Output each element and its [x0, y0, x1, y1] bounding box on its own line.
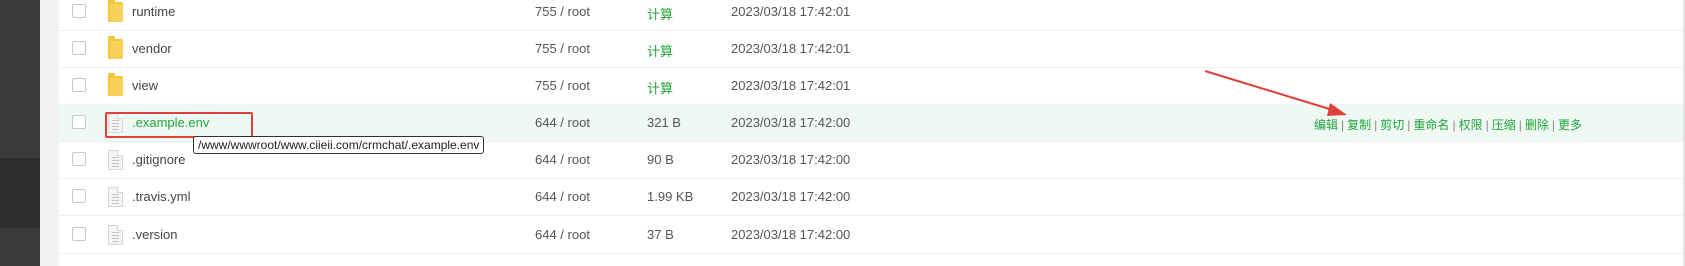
file-permission[interactable]: 755 / root [535, 41, 590, 56]
file-permission[interactable]: 644 / root [535, 152, 590, 167]
file-size-calc-link[interactable]: 计算 [647, 41, 673, 60]
left-sidebar [0, 0, 40, 266]
file-mtime: 2023/03/18 17:42:01 [731, 78, 851, 93]
file-name[interactable]: .version [132, 227, 178, 242]
file-size-calc-link[interactable]: 计算 [647, 78, 673, 97]
path-tooltip: /www/wwwroot/www.ciieii.com/crmchat/.exa… [193, 136, 485, 154]
row-operations: 编辑 | 复制 | 剪切 | 重命名 | 权限 | 压缩 | 删除 | 更多 [1314, 116, 1582, 133]
file-permission[interactable]: 644 / root [535, 189, 590, 204]
annotation-highlight-box [105, 112, 253, 138]
file-icon [108, 150, 123, 170]
file-permission[interactable]: 755 / root [535, 4, 590, 19]
file-table: runtime 755 / root 计算 2023/03/18 17:42:0… [59, 0, 1685, 266]
sidebar-active-band [0, 158, 40, 228]
file-permission[interactable]: 755 / root [535, 78, 590, 93]
table-row[interactable]: vendor 755 / root 计算 2023/03/18 17:42:01 [59, 30, 1685, 68]
file-name[interactable]: view [132, 78, 158, 93]
row-checkbox[interactable] [72, 41, 86, 55]
row-checkbox[interactable] [72, 4, 86, 18]
compress-link[interactable]: 压缩 [1492, 118, 1516, 132]
row-checkbox[interactable] [72, 152, 86, 166]
delete-link[interactable]: 删除 [1525, 118, 1549, 132]
table-row[interactable]: view 755 / root 计算 2023/03/18 17:42:01 [59, 67, 1685, 105]
cut-link[interactable]: 剪切 [1380, 118, 1404, 132]
file-mtime: 2023/03/18 17:42:01 [731, 41, 851, 56]
file-permission[interactable]: 644 / root [535, 115, 590, 130]
table-row[interactable]: runtime 755 / root 计算 2023/03/18 17:42:0… [59, 0, 1685, 31]
file-size: 1.99 KB [647, 189, 694, 204]
folder-icon [108, 73, 123, 96]
edit-link[interactable]: 编辑 [1314, 118, 1338, 132]
file-size-calc-link[interactable]: 计算 [647, 4, 673, 23]
file-icon [108, 225, 123, 245]
row-checkbox[interactable] [72, 78, 86, 92]
file-permission[interactable]: 644 / root [535, 227, 590, 242]
op-separator: | [1485, 118, 1489, 132]
file-size: 321 B [647, 115, 681, 130]
op-separator: | [1407, 118, 1411, 132]
row-checkbox[interactable] [72, 227, 86, 241]
more-link[interactable]: 更多 [1558, 118, 1582, 132]
op-separator: | [1374, 118, 1378, 132]
copy-link[interactable]: 复制 [1347, 118, 1371, 132]
file-mtime: 2023/03/18 17:42:00 [731, 115, 851, 130]
file-icon [108, 187, 123, 207]
file-name[interactable]: runtime [132, 4, 175, 19]
folder-icon [108, 0, 123, 22]
file-size: 37 B [647, 227, 674, 242]
row-checkbox[interactable] [72, 115, 86, 129]
table-row[interactable]: .travis.yml 644 / root 1.99 KB 2023/03/1… [59, 178, 1685, 216]
folder-icon [108, 36, 123, 59]
table-row[interactable]: .version 644 / root 37 B 2023/03/18 17:4… [59, 216, 1685, 254]
file-mtime: 2023/03/18 17:42:00 [731, 152, 851, 167]
file-size: 90 B [647, 152, 674, 167]
file-mtime: 2023/03/18 17:42:00 [731, 227, 851, 242]
file-mtime: 2023/03/18 17:42:00 [731, 189, 851, 204]
permission-link[interactable]: 权限 [1459, 118, 1483, 132]
file-name[interactable]: .gitignore [132, 152, 185, 167]
op-separator: | [1518, 118, 1522, 132]
op-separator: | [1452, 118, 1456, 132]
file-name[interactable]: vendor [132, 41, 172, 56]
file-mtime: 2023/03/18 17:42:01 [731, 4, 851, 19]
content-gutter [40, 0, 59, 266]
row-checkbox[interactable] [72, 189, 86, 203]
op-separator: | [1341, 118, 1345, 132]
op-separator: | [1551, 118, 1555, 132]
file-name[interactable]: .travis.yml [132, 189, 191, 204]
rename-link[interactable]: 重命名 [1413, 118, 1449, 132]
